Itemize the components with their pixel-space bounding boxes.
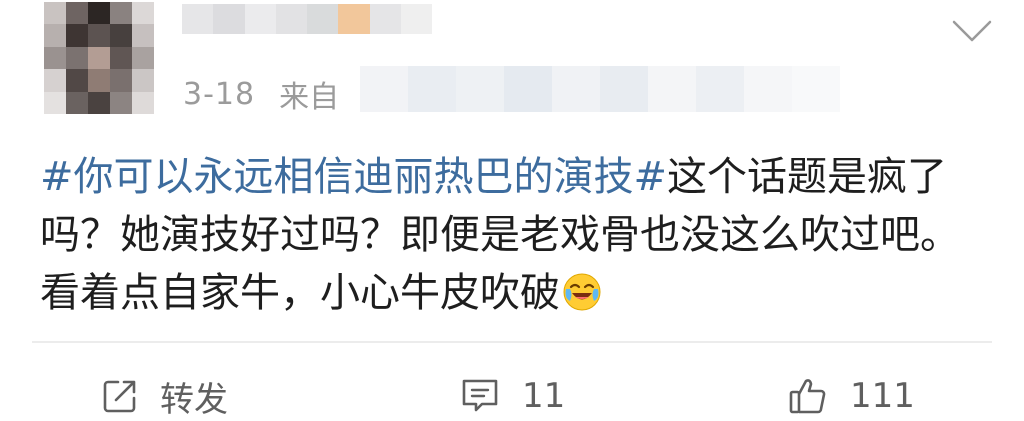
comment-count: 11 bbox=[522, 376, 566, 416]
source-prefix: 来自 bbox=[279, 80, 340, 115]
topic-link[interactable]: #你可以永远相信迪丽热巴的演技# bbox=[40, 154, 667, 200]
avatar[interactable] bbox=[44, 2, 154, 114]
post-meta: 3-18 来自 bbox=[183, 74, 351, 116]
thumbs-up-icon bbox=[788, 376, 828, 416]
repost-label: 转发 bbox=[160, 379, 228, 420]
share-edit-icon bbox=[102, 378, 138, 414]
like-button[interactable]: 111 bbox=[788, 370, 915, 421]
comment-bubble-icon bbox=[460, 377, 500, 415]
divider bbox=[32, 341, 992, 343]
source-blurred[interactable] bbox=[360, 66, 840, 112]
post-content: #你可以永远相信迪丽热巴的演技#这个话题是疯了吗？她演技好过吗？即便是老戏骨也没… bbox=[40, 148, 990, 322]
repost-button[interactable]: 转发 bbox=[102, 370, 228, 421]
username-blurred[interactable] bbox=[182, 4, 432, 34]
chevron-down-icon[interactable] bbox=[950, 16, 994, 46]
like-count: 111 bbox=[850, 376, 915, 416]
post-date: 3-18 bbox=[183, 76, 256, 112]
comment-button[interactable]: 11 bbox=[460, 370, 565, 421]
laughing-crying-emoji-icon bbox=[562, 270, 602, 311]
